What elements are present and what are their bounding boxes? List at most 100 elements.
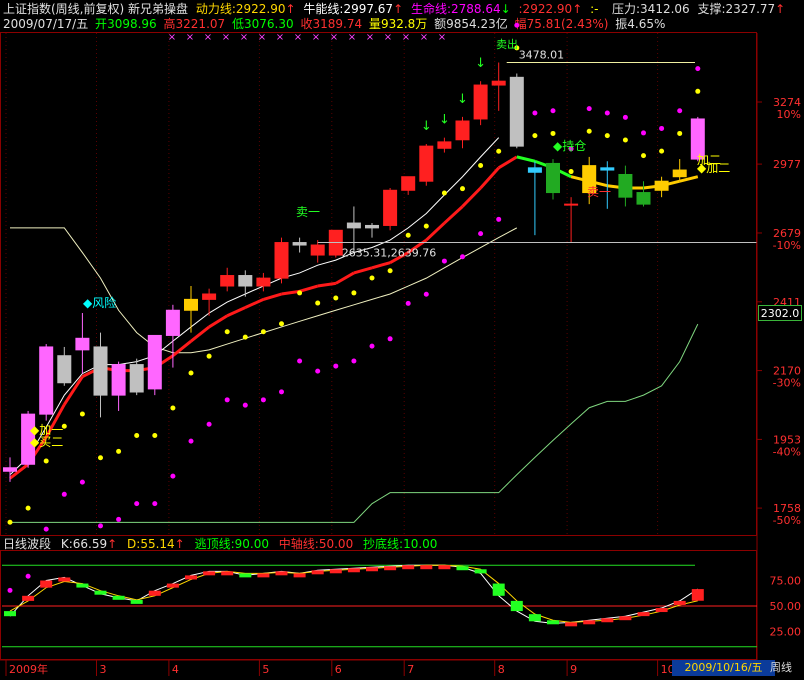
sar-dot	[405, 232, 411, 238]
magenta-dot	[677, 108, 683, 114]
dongli-line-segment	[461, 186, 482, 208]
top-x-marker: ×	[168, 32, 176, 43]
kd-bar	[583, 620, 596, 625]
timeline-label: 2009年	[9, 662, 48, 676]
candle-body	[401, 176, 416, 191]
candle-body	[509, 76, 524, 147]
top-x-marker: ×	[222, 32, 230, 43]
candle-body	[57, 355, 72, 384]
magenta-dot	[7, 587, 13, 593]
bottom-label: 抄底线:	[363, 537, 404, 551]
sar-dot	[586, 128, 592, 134]
pct-axis-label: 10%	[777, 108, 801, 121]
candle-body	[546, 162, 560, 194]
kd-bar	[565, 622, 578, 627]
top-x-marker: ×	[204, 32, 212, 43]
pct-axis-label: -40%	[773, 445, 801, 458]
candle-body	[383, 189, 398, 226]
magenta-dot	[622, 114, 628, 120]
period-label[interactable]: 周线	[770, 660, 804, 676]
sell1b-annotation: 卖一	[587, 185, 611, 199]
kd-bar	[185, 575, 197, 580]
magenta-dot	[333, 363, 339, 369]
kd-bar	[528, 614, 541, 622]
dongli-line-segment	[443, 205, 464, 225]
dongli-line-segment	[171, 339, 192, 357]
dongli-line-segment	[371, 261, 391, 270]
sar-dot	[659, 148, 665, 154]
candle-body	[256, 277, 271, 287]
d-value: 55.14	[140, 537, 175, 551]
indicator-axis-label: 50.00	[770, 600, 802, 613]
top-x-marker: ×	[240, 32, 248, 43]
kd-bar	[40, 580, 53, 588]
candle-body	[437, 141, 452, 149]
magenta-dot	[532, 110, 538, 116]
dongli-line-segment	[262, 292, 282, 301]
sar-dot	[188, 370, 194, 376]
sar-dot	[242, 334, 248, 340]
magenta-dot	[641, 130, 646, 136]
candle-body	[184, 298, 198, 311]
dongli-line-segment	[244, 298, 265, 309]
pct-axis-label: -30%	[773, 377, 801, 390]
sar-dot	[532, 133, 538, 139]
magenta-dot	[695, 66, 701, 72]
candle-body	[39, 346, 54, 415]
dongli-line-segment	[335, 271, 355, 285]
sar-dot	[79, 411, 85, 417]
sar-dot	[43, 458, 49, 464]
dongli-line-segment	[425, 221, 446, 242]
candle-body	[473, 84, 488, 120]
risk-annotation: ◆风险	[83, 295, 116, 310]
kd-bar	[547, 620, 559, 625]
sar-dot	[116, 448, 122, 454]
timeline-label: 4	[172, 663, 179, 676]
kd-bar	[148, 590, 161, 596]
sar-dot	[260, 329, 266, 335]
kd-bar	[166, 583, 179, 588]
magenta-dot	[659, 125, 665, 131]
magenta-dot	[61, 491, 67, 497]
magenta-dot	[405, 300, 411, 306]
kd-bar	[221, 571, 234, 576]
indicator-name: 日线波段	[3, 537, 52, 551]
magenta-dot	[25, 573, 31, 579]
kd-bar	[420, 565, 433, 570]
candle-body	[600, 167, 615, 171]
magenta-dot	[351, 358, 357, 364]
main-chart[interactable]: 327410%29772679-10%2411-20%2170-30%1953-…	[0, 0, 804, 680]
magenta-dot	[170, 473, 176, 479]
kd-bar	[311, 570, 324, 575]
add2b-annotation: ◆加二	[697, 161, 730, 175]
dongli-line-segment	[226, 306, 246, 318]
top-x-marker: ×	[258, 32, 266, 43]
candle-body	[238, 275, 253, 287]
dongli-line-segment	[208, 314, 228, 329]
magenta-dot	[604, 110, 610, 116]
top-x-marker: ×	[402, 32, 410, 43]
sar-dot	[98, 455, 103, 461]
bottom-value: 10.00	[403, 537, 438, 551]
sell-arrow-icon: ↓	[439, 113, 450, 128]
candle-body	[111, 364, 126, 396]
sar-dot	[351, 290, 357, 296]
kd-bar	[601, 618, 614, 623]
candle-body	[220, 275, 235, 287]
candle-body	[491, 80, 506, 86]
kd-bar	[673, 600, 686, 605]
top-x-marker: ×	[312, 32, 320, 43]
indicator-header: 日线波段 K:66.59↑ D:55.14↑ 逃顶线:90.00 中轴线:50.…	[3, 537, 437, 551]
kd-bar	[691, 589, 704, 601]
magenta-dot	[297, 358, 303, 364]
escape-label: 逃顶线:	[194, 537, 235, 551]
magenta-dot	[206, 421, 212, 427]
top-x-marker: ×	[186, 32, 194, 43]
magenta-dot	[586, 106, 592, 112]
candle-body	[129, 364, 144, 393]
sar-dot	[677, 130, 683, 136]
kd-bar	[293, 573, 306, 578]
candle-body	[455, 120, 470, 141]
magenta-dot	[188, 438, 194, 444]
sar-dot	[460, 186, 465, 192]
